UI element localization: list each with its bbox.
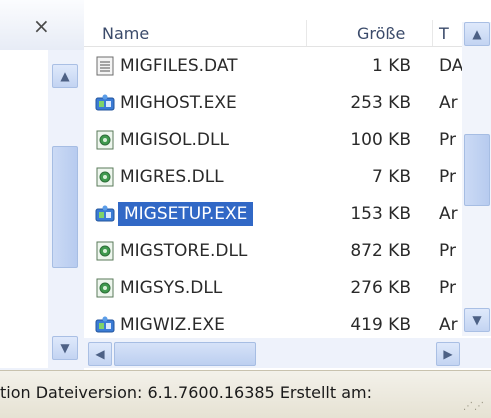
file-name[interactable]: MIGRES.DLL (120, 160, 224, 194)
folder-tree[interactable] (0, 50, 49, 368)
dll-file-icon (94, 129, 116, 151)
scroll-down-button[interactable]: ▼ (52, 336, 78, 360)
column-header-size[interactable]: Größe (357, 24, 405, 43)
file-size: 276 KB (350, 278, 411, 298)
file-name[interactable]: MIGISOL.DLL (120, 123, 229, 157)
table-row[interactable]: MIGWIZ.EXE 419 KB Ar (84, 308, 458, 342)
column-header-type[interactable]: T (439, 24, 449, 43)
table-row[interactable]: MIGISOL.DLL 100 KB Pr (84, 123, 456, 157)
scroll-thumb[interactable] (52, 146, 78, 268)
scroll-down-button[interactable]: ▼ (464, 308, 490, 332)
scroll-corner (465, 338, 491, 368)
column-divider[interactable] (432, 20, 433, 46)
file-type: Pr (439, 241, 456, 261)
folder-pane-scrollbar[interactable]: ▲ ▼ (48, 50, 80, 368)
folder-pane: × ▲ ▼ (0, 0, 84, 370)
file-type: Pr (439, 278, 456, 298)
scroll-left-button[interactable]: ◀ (88, 342, 112, 366)
table-row[interactable]: MIGRES.DLL 7 KB Pr (84, 160, 456, 194)
table-row[interactable]: MIGFILES.DAT 1 KB DA (84, 49, 463, 83)
file-size: 253 KB (350, 93, 411, 113)
file-size: 419 KB (350, 315, 411, 335)
horizontal-scroll-thumb[interactable] (114, 342, 256, 366)
file-size: 153 KB (350, 204, 411, 224)
scroll-thumb[interactable] (464, 134, 490, 206)
file-size: 7 KB (371, 167, 411, 187)
file-name[interactable]: MIGSYS.DLL (120, 271, 222, 305)
status-bar: tion Dateiversion: 6.1.7600.16385 Erstel… (0, 370, 491, 418)
file-type: Ar (439, 204, 458, 224)
scroll-right-button[interactable]: ▶ (436, 342, 460, 366)
file-type: Ar (439, 315, 458, 335)
table-row[interactable]: MIGHOST.EXE 253 KB Ar (84, 86, 458, 120)
folder-pane-header: × (0, 0, 84, 50)
dll-file-icon (94, 240, 116, 262)
file-type: Pr (439, 167, 456, 187)
scroll-up-button[interactable]: ▲ (52, 64, 78, 88)
file-list-scrollbar[interactable]: ▲ ▼ (462, 22, 491, 336)
column-divider[interactable] (306, 20, 307, 46)
scroll-up-button[interactable]: ▲ (464, 22, 490, 46)
file-type: Pr (439, 130, 456, 150)
file-size: 872 KB (350, 241, 411, 261)
file-name[interactable]: MIGFILES.DAT (120, 49, 238, 83)
column-header: Name Größe T (84, 20, 491, 47)
file-name[interactable]: MIGHOST.EXE (120, 86, 237, 120)
exe-app-icon (94, 203, 116, 225)
file-type: DA (439, 56, 464, 76)
table-row[interactable]: MIGSYS.DLL 276 KB Pr (84, 271, 456, 305)
file-name[interactable]: MIGWIZ.EXE (120, 308, 225, 342)
table-row[interactable]: MIGSTORE.DLL 872 KB Pr (84, 234, 456, 268)
file-type: Ar (439, 93, 458, 113)
dll-file-icon (94, 166, 116, 188)
resize-grip-icon[interactable]: ⋰⋰ (463, 401, 485, 412)
file-list: Name Größe T MIGFILES.DAT 1 KB DA MIGHOST.E… (84, 0, 491, 370)
dll-file-icon (94, 277, 116, 299)
dat-file-icon (94, 55, 116, 77)
file-size: 100 KB (350, 130, 411, 150)
column-header-name[interactable]: Name (102, 24, 149, 43)
exe-app-icon (94, 92, 116, 114)
file-size: 1 KB (371, 56, 411, 76)
file-name[interactable]: MIGSTORE.DLL (120, 234, 247, 268)
close-icon[interactable]: × (33, 16, 50, 36)
exe-app-icon (94, 314, 116, 336)
table-row-selected[interactable]: MIGSETUP.EXE 153 KB Ar (84, 197, 458, 231)
status-text: tion Dateiversion: 6.1.7600.16385 Erstel… (0, 383, 372, 402)
file-name[interactable]: MIGSETUP.EXE (118, 202, 254, 226)
horizontal-scrollbar[interactable]: ◀ ▶ (84, 338, 465, 368)
